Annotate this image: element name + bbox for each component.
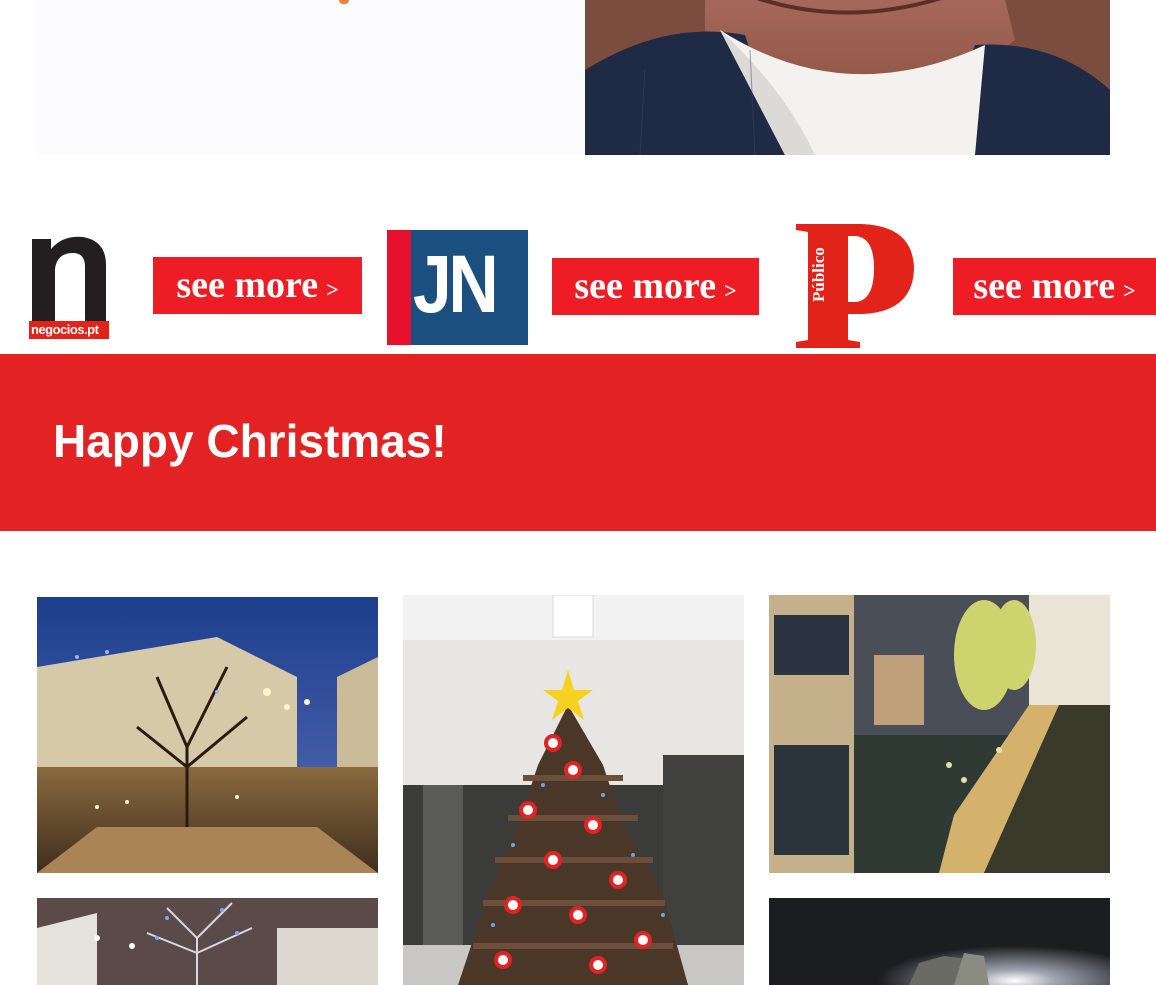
see-more-label: see more — [574, 265, 717, 307]
publico-logo[interactable]: Público — [792, 222, 917, 352]
see-more-label: see more — [176, 264, 319, 306]
hero-portrait-image — [585, 0, 1110, 155]
negocios-logo[interactable]: negocios.pt — [29, 235, 109, 339]
chevron-right-icon: > — [724, 278, 737, 303]
hero-accent — [339, 0, 349, 4]
banner-title: Happy Christmas! — [53, 415, 447, 467]
jn-logo[interactable]: JN — [387, 230, 528, 345]
jn-see-more-button[interactable]: see more > — [552, 258, 759, 315]
gallery-photo-terrace-night[interactable] — [769, 595, 1110, 873]
gallery-photo-book-tree[interactable] — [403, 595, 744, 985]
publico-see-more-button[interactable]: see more > — [953, 258, 1156, 315]
publico-logo-vertical-text: Público — [809, 247, 828, 302]
christmas-banner: Happy Christmas! — [0, 354, 1156, 531]
negocios-logo-caption: negocios.pt — [31, 322, 99, 337]
gallery-photo-tree-lights[interactable] — [37, 898, 378, 985]
chevron-right-icon: > — [326, 277, 339, 302]
gallery-photo-night-sky[interactable] — [769, 898, 1110, 985]
jn-logo-text: JN — [413, 239, 499, 330]
gallery-photo-campus-night[interactable] — [37, 597, 378, 873]
chevron-right-icon: > — [1123, 278, 1136, 303]
hero-image-left — [37, 0, 585, 155]
negocios-see-more-button[interactable]: see more > — [153, 257, 362, 314]
see-more-label: see more — [973, 265, 1116, 307]
